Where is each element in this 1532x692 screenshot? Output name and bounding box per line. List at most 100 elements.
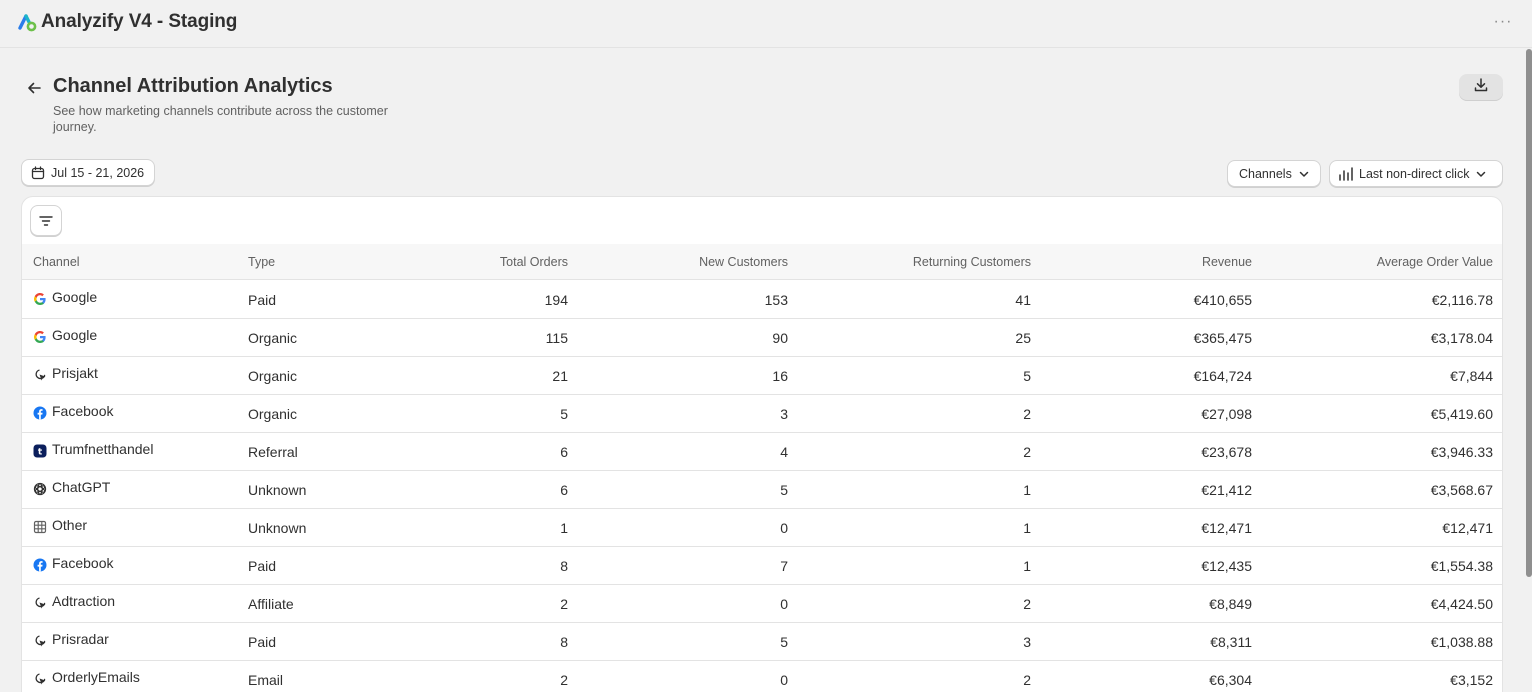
cell-average-order-value: €3,568.67 <box>1430 482 1493 498</box>
cell-channel: Facebook <box>33 392 113 430</box>
google-icon <box>33 330 47 344</box>
cell-revenue: €8,311 <box>1210 634 1252 650</box>
cell-returning-customers: 2 <box>1023 672 1031 688</box>
group-by-label: Channels <box>1239 166 1292 181</box>
cell-new-customers: 5 <box>780 634 788 650</box>
cell-channel: Google <box>33 316 97 354</box>
cell-new-customers: 16 <box>772 368 788 384</box>
trumf-icon: t <box>33 444 47 458</box>
table-row[interactable]: OrderlyEmails Email 2 0 2 €6,304 €3,152 <box>22 658 1502 692</box>
cell-channel: OrderlyEmails <box>33 658 140 692</box>
table-row[interactable]: Facebook Paid 8 7 1 €12,435 €1,554.38 <box>22 544 1502 585</box>
cell-revenue: €365,475 <box>1193 330 1252 346</box>
cell-new-customers: 0 <box>780 596 788 612</box>
more-options-icon[interactable]: ··· <box>1492 14 1514 30</box>
click-cursor-icon <box>33 634 47 648</box>
attribution-model-dropdown[interactable]: Last non-direct click <box>1329 160 1503 187</box>
cell-type: Organic <box>248 406 298 422</box>
cell-type: Affiliate <box>248 596 294 612</box>
date-range-picker-button[interactable]: Jul 15 - 21, 2026 <box>21 159 155 186</box>
cell-total-orders: 2 <box>560 596 568 612</box>
table-row[interactable]: Prisradar Paid 8 5 3 €8,311 €1,038.88 <box>22 620 1502 661</box>
cell-type: Referral <box>248 444 298 460</box>
channel-name: ChatGPT <box>52 479 111 495</box>
cell-new-customers: 0 <box>780 672 788 688</box>
cell-channel: Prisjakt <box>33 354 98 392</box>
column-header-revenue[interactable]: Revenue <box>1202 244 1252 280</box>
channel-name: Prisjakt <box>52 365 98 381</box>
cell-new-customers: 4 <box>780 444 788 460</box>
cell-channel: t Trumfnetthandel <box>33 430 153 468</box>
table-row[interactable]: Facebook Organic 5 3 2 €27,098 €5,419.60 <box>22 392 1502 433</box>
cell-revenue: €164,724 <box>1193 368 1252 384</box>
cell-returning-customers: 2 <box>1023 444 1031 460</box>
facebook-icon <box>33 406 47 420</box>
cell-type: Paid <box>248 558 277 574</box>
cell-revenue: €21,412 <box>1201 482 1252 498</box>
facebook-icon <box>33 558 47 572</box>
cell-total-orders: 8 <box>560 634 568 650</box>
cell-average-order-value: €4,424.50 <box>1430 596 1493 612</box>
cell-revenue: €12,471 <box>1201 520 1252 536</box>
cell-channel: Other <box>33 506 87 544</box>
table-row[interactable]: Other Unknown 1 0 1 €12,471 €12,471 <box>22 506 1502 547</box>
column-header-channel[interactable]: Channel <box>33 244 80 280</box>
cell-total-orders: 1 <box>560 520 568 536</box>
channel-name: OrderlyEmails <box>52 669 140 685</box>
table-row[interactable]: Adtraction Affiliate 2 0 2 €8,849 €4,424.50 <box>22 585 1502 623</box>
cell-average-order-value: €3,152 <box>1450 672 1493 688</box>
app-title: Analyzify V4 - Staging <box>41 11 238 32</box>
chevron-down-icon <box>1475 168 1487 180</box>
cell-type: Paid <box>248 292 277 308</box>
table-row[interactable]: ChatGPT Unknown 6 5 1 €21,412 €3,568.67 <box>22 468 1502 509</box>
cell-returning-customers: 3 <box>1023 634 1031 650</box>
column-header-returning-customers[interactable]: Returning Customers <box>913 244 1031 280</box>
group-by-dropdown[interactable]: Channels <box>1227 160 1321 187</box>
channel-name: Other <box>52 517 88 533</box>
cell-returning-customers: 2 <box>1023 596 1031 612</box>
table-row[interactable]: Prisjakt Organic 21 16 5 €164,724 €7,844 <box>22 354 1502 395</box>
cell-channel: Prisradar <box>33 620 109 658</box>
page-subtitle: See how marketing channels contribute ac… <box>53 104 388 134</box>
cell-revenue: €410,655 <box>1193 292 1252 308</box>
cell-new-customers: 7 <box>780 558 788 574</box>
download-icon <box>1473 77 1489 98</box>
channel-name: Prisradar <box>52 631 109 647</box>
back-arrow-icon[interactable] <box>22 76 46 100</box>
cell-new-customers: 0 <box>780 520 788 536</box>
cell-total-orders: 5 <box>560 406 568 422</box>
cell-channel: ChatGPT <box>33 468 110 506</box>
channel-name: Google <box>52 327 98 343</box>
channel-name: Facebook <box>52 403 114 419</box>
cell-total-orders: 2 <box>560 672 568 688</box>
cell-new-customers: 90 <box>772 330 788 346</box>
cell-type: Organic <box>248 368 298 384</box>
cell-average-order-value: €1,554.38 <box>1430 558 1493 574</box>
cell-channel: Facebook <box>33 544 113 582</box>
channel-name: Google <box>52 289 98 305</box>
cell-revenue: €6,304 <box>1209 672 1252 688</box>
column-header-total-orders[interactable]: Total Orders <box>500 244 568 280</box>
table-row[interactable]: Google Organic 115 90 25 €365,475 €3,178.04 <box>22 316 1502 357</box>
column-header-new-customers[interactable]: New Customers <box>699 244 788 280</box>
page-scrollbar[interactable] <box>1526 49 1532 577</box>
attribution-model-label: Last non-direct click <box>1359 166 1470 181</box>
download-button[interactable] <box>1459 74 1503 101</box>
filter-button[interactable] <box>30 205 62 236</box>
cell-total-orders: 194 <box>544 292 568 308</box>
cell-average-order-value: €1,038.88 <box>1430 634 1493 650</box>
cell-returning-customers: 1 <box>1023 482 1031 498</box>
table-row[interactable]: Google Paid 194 153 41 €410,655 €2,116.78 <box>22 281 1502 319</box>
cell-average-order-value: €3,946.33 <box>1430 444 1493 460</box>
svg-text:t: t <box>38 447 43 457</box>
column-header-average-order-value[interactable]: Average Order Value <box>1377 244 1493 280</box>
table-row[interactable]: t Trumfnetthandel Referral 6 4 2 €23,678 €3,946… <box>22 430 1502 471</box>
cell-type: Unknown <box>248 482 307 498</box>
cell-type: Email <box>248 672 284 688</box>
page-title: Channel Attribution Analytics <box>53 75 333 97</box>
cell-returning-customers: 41 <box>1015 292 1031 308</box>
column-header-type[interactable]: Type <box>248 244 275 280</box>
cell-returning-customers: 1 <box>1023 558 1031 574</box>
cell-total-orders: 6 <box>560 444 568 460</box>
attribution-table-card: Channel Type Total Orders New Customers … <box>21 196 1503 692</box>
